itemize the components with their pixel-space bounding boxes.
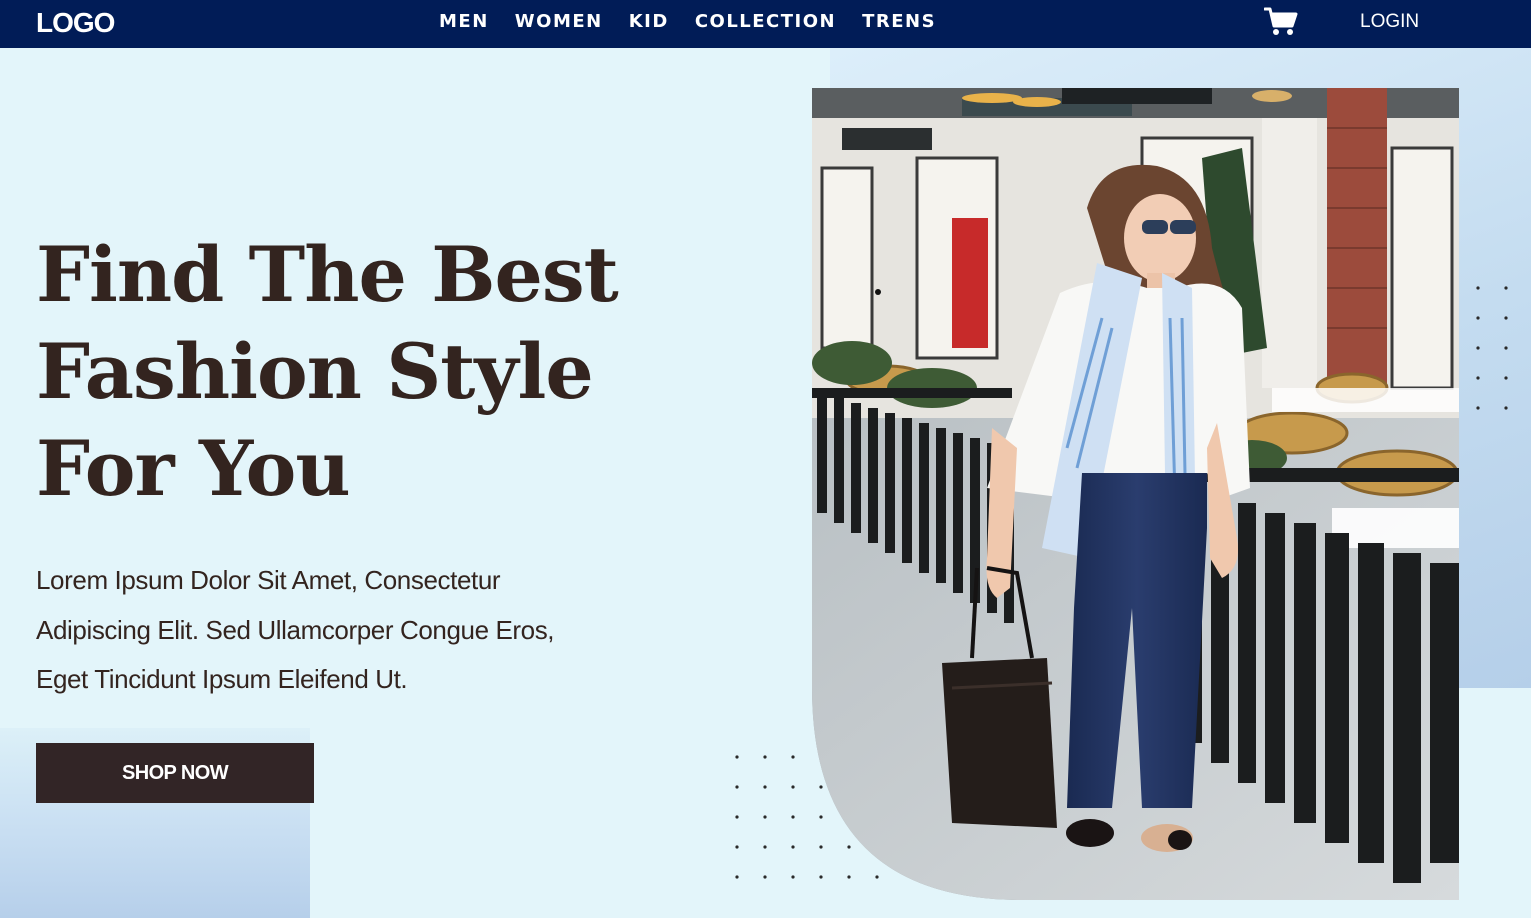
pattern-dot [791,815,795,819]
pattern-dot [1504,406,1508,410]
pattern-dot [1476,286,1480,290]
pattern-dot [791,755,795,759]
pattern-dot [735,755,739,759]
pattern-dot [735,875,739,879]
decorative-dot [875,289,881,295]
pattern-dot [763,815,767,819]
pattern-dot [1476,346,1480,350]
pattern-dot [763,845,767,849]
pattern-dot [1476,406,1480,410]
pattern-dot [763,785,767,789]
pattern-dot [1504,376,1508,380]
pattern-dot [1504,346,1508,350]
pattern-dot [791,845,795,849]
pattern-dot [735,845,739,849]
pattern-dot [1476,376,1480,380]
pattern-dot [735,815,739,819]
pattern-dot [763,875,767,879]
pattern-dot [791,785,795,789]
pattern-dot [1504,286,1508,290]
pattern-dot [1476,316,1480,320]
pattern-dot [1504,316,1508,320]
pattern-dot [763,755,767,759]
hero-model-photo [812,88,1459,900]
pattern-dot [735,785,739,789]
pattern-dot [791,875,795,879]
